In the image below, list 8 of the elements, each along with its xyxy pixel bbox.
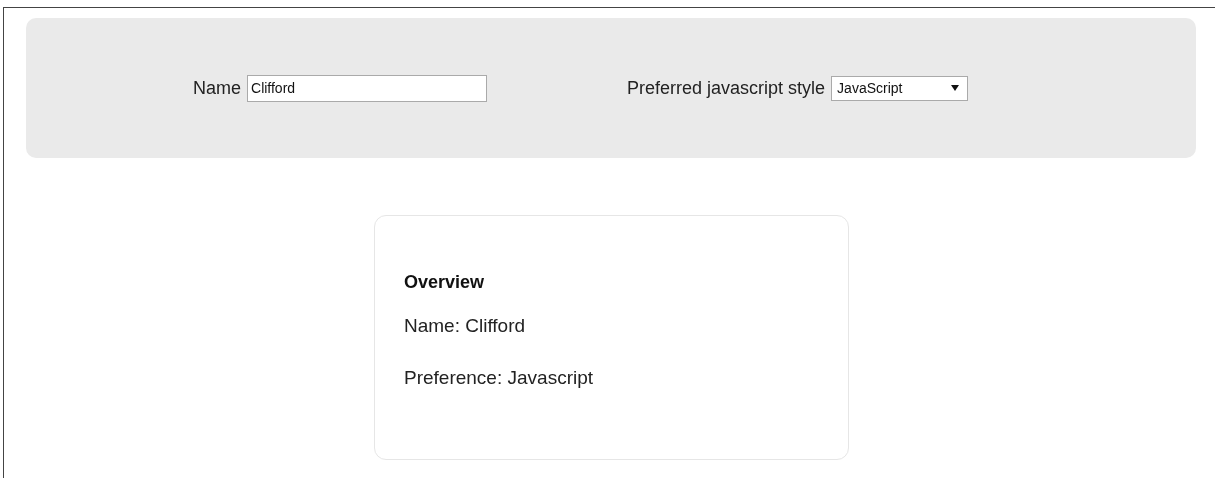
field-label: Preferred javascript style bbox=[627, 77, 826, 99]
name-input[interactable]: Clifford bbox=[247, 74, 487, 102]
summary-text: Preference: Javascript bbox=[404, 367, 595, 389]
style-dropdown[interactable]: JavaScript bbox=[831, 75, 969, 101]
summary-text: Name: Clifford bbox=[404, 315, 527, 337]
caret-icon bbox=[951, 84, 960, 92]
field-label: Name bbox=[193, 77, 241, 99]
card-title: Overview bbox=[404, 272, 486, 293]
